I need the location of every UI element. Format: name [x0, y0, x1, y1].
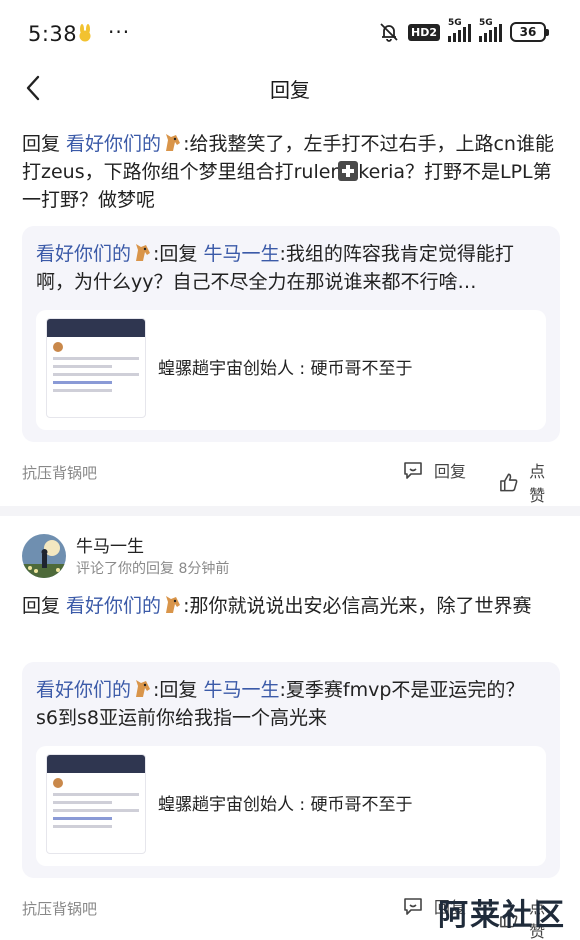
comment-icon — [404, 462, 422, 479]
thumbs-up-icon — [500, 473, 518, 492]
reply-button[interactable]: 回复 — [402, 458, 466, 482]
post-thumbnail — [46, 318, 146, 418]
post-card-text: 蝗骡趟宇宙创始人 : 硬币哥不至于 — [158, 359, 413, 379]
quote-user-link[interactable]: 看好你们的 — [36, 679, 131, 701]
status-indicators: HD2 5G 5G 36 — [378, 18, 549, 42]
quoted-comment[interactable]: 看好你们的:回复 牛马一生:我组的阵容我肯定觉得能打啊，为什么yy？自己不尽全力… — [22, 226, 560, 442]
post-card-text: 蝗骡趟宇宙创始人 : 硬币哥不至于 — [158, 795, 413, 815]
watermark: 阿莱社区 — [438, 898, 566, 933]
original-post-card[interactable]: 蝗骡趟宇宙创始人 : 硬币哥不至于 — [36, 746, 546, 866]
quoted-comment[interactable]: 看好你们的:回复 牛马一生:夏季赛fmvp不是亚运完的？s6到s8亚运前你给我指… — [22, 662, 560, 878]
post-thumbnail — [46, 754, 146, 854]
reply-text[interactable]: 回复 看好你们的:给我整笑了，左手打不过右手，上路cn谁能打zeus，下路你组个… — [22, 130, 560, 214]
page: 5:38 ··· HD2 5G 5G 36 回复 回复 看好你们的:给我整笑了… — [0, 0, 580, 940]
quote-user-link[interactable]: 看好你们的 — [36, 243, 131, 265]
reply-to-user-link[interactable]: 看好你们的 — [66, 133, 161, 155]
horse-emoji-icon — [136, 244, 151, 261]
original-post-card[interactable]: 蝗骡趟宇宙创始人 : 硬币哥不至于 — [36, 310, 546, 430]
quoted-text: 看好你们的:回复 牛马一生:我组的阵容我肯定觉得能打啊，为什么yy？自己不尽全力… — [36, 243, 514, 293]
battery-icon: 36 — [510, 22, 549, 42]
forum-tag[interactable]: 抗压背锅吧 — [22, 462, 97, 483]
signal-5g-icon: 5G — [448, 18, 471, 42]
horse-emoji-icon — [166, 596, 181, 613]
signal-5g-icon-2: 5G — [479, 18, 502, 42]
nav-bar: 回复 — [0, 60, 580, 116]
avatar[interactable] — [22, 534, 66, 578]
divider — [0, 506, 580, 516]
bunny-icon — [79, 24, 91, 42]
reply-footer: 抗压背锅吧 回复 点赞 — [22, 458, 560, 505]
page-title: 回复 — [270, 78, 310, 102]
avatar-image — [22, 534, 66, 578]
plus-emoji-icon — [338, 161, 359, 181]
comment-meta: 评论了你的回复 8分钟前 — [76, 561, 230, 577]
quote-reply-to-link[interactable]: 牛马一生 — [203, 243, 279, 265]
status-more-dots: ··· — [108, 20, 131, 44]
hd-icon: HD2 — [408, 23, 440, 41]
comment-icon — [404, 898, 422, 915]
horse-emoji-icon — [166, 134, 181, 151]
horse-emoji-icon — [136, 680, 151, 697]
forum-tag[interactable]: 抗压背锅吧 — [22, 898, 97, 919]
reply-to-user-link[interactable]: 看好你们的 — [66, 595, 161, 617]
quote-reply-to-link[interactable]: 牛马一生 — [203, 679, 279, 701]
reply-text[interactable]: 回复 看好你们的:那你就说说出安必信高光来，除了世界赛 — [22, 592, 560, 620]
mute-bell-icon — [380, 23, 398, 42]
commenter-name[interactable]: 牛马一生 — [76, 532, 144, 557]
status-bar: 5:38 ··· HD2 5G 5G 36 — [0, 0, 580, 60]
like-button[interactable]: 点赞 — [498, 458, 560, 506]
quoted-text: 看好你们的:回复 牛马一生:夏季赛fmvp不是亚运完的？s6到s8亚运前你给我指… — [36, 679, 525, 729]
status-time: 5:38 — [28, 22, 78, 46]
